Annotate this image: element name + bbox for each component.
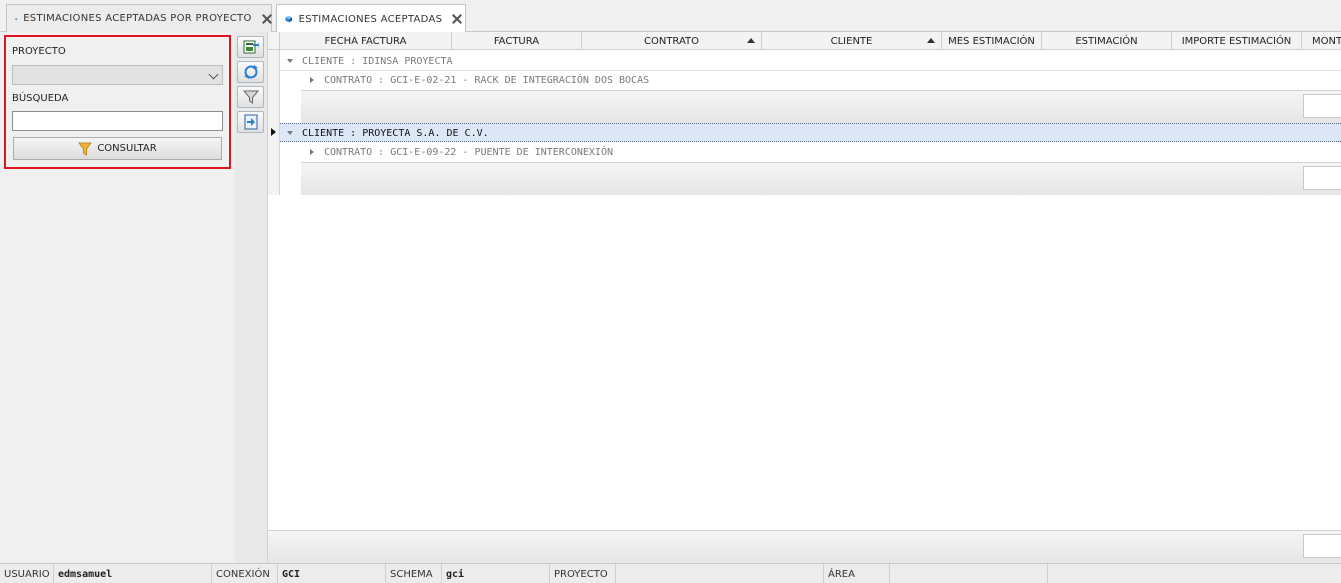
row-pointer-icon [271,128,276,136]
tab-estimaciones-aceptadas[interactable]: ESTIMACIONES ACEPTADAS [276,4,466,33]
column-label: ESTIMACIÓN [1075,35,1138,47]
consultar-button[interactable]: CONSULTAR [13,137,222,160]
grid-toolbar [234,32,268,563]
usuario-label: USUARIO [0,564,54,583]
summary-cell [1303,166,1341,190]
column-importe-estimacion[interactable]: IMPORTE ESTIMACIÓN [1172,32,1302,50]
consultar-label: CONSULTAR [97,143,157,154]
refresh-icon [243,65,258,79]
usuario-value: edmsamuel [54,564,212,583]
expand-icon[interactable] [310,77,314,83]
tab-bar: ESTIMACIONES ACEPTADAS POR PROYECTO ESTI… [0,0,1341,33]
conexion-value: GCI [278,564,386,583]
group-row-cliente[interactable]: CLIENTE : PROYECTA S.A. DE C.V. [287,124,489,142]
filter-panel: PROYECTO BÚSQUEDA CONSULTAR [0,32,234,563]
group-label: CONTRATO : GCI-E-02-21 - RACK DE INTEGRA… [324,74,650,86]
group-summary-row [301,162,1341,195]
column-monto[interactable]: MONTO [1302,32,1341,50]
status-bar: USUARIO edmsamuel CONEXIÓN GCI SCHEMA gc… [0,563,1341,583]
schema-value: gci [442,564,550,583]
proyecto-select[interactable] [12,65,223,85]
collapse-icon[interactable] [287,131,293,135]
group-label: CLIENTE : PROYECTA S.A. DE C.V. [302,127,489,139]
column-label: MES ESTIMACIÓN [948,35,1035,47]
summary-cell [1303,94,1341,118]
grid-header: FECHA FACTURA FACTURA CONTRATO CLIENTE M… [268,32,1341,50]
refresh-button[interactable] [237,61,264,83]
exit-button[interactable] [237,111,264,133]
column-factura[interactable]: FACTURA [452,32,582,50]
group-label: CONTRATO : GCI-E-09-22 - PUENTE DE INTER… [324,146,613,158]
cube-icon [15,17,18,20]
filter-button[interactable] [237,86,264,108]
group-summary-row [301,90,1341,123]
busqueda-label: BÚSQUEDA [12,93,69,104]
group-row-contrato[interactable]: CONTRATO : GCI-E-02-21 - RACK DE INTEGRA… [310,71,649,89]
filter-icon [242,90,259,104]
conexion-label: CONEXIÓN [212,564,278,583]
group-row-cliente[interactable]: CLIENTE : IDINSA PROYECTA [287,52,453,70]
column-label: CONTRATO [643,35,700,47]
column-estimacion[interactable]: ESTIMACIÓN [1042,32,1172,50]
export-button[interactable] [237,36,264,58]
data-grid: FECHA FACTURA FACTURA CONTRATO CLIENTE M… [268,32,1341,563]
expand-icon[interactable] [310,149,314,155]
filter-box: PROYECTO BÚSQUEDA CONSULTAR [4,35,231,169]
collapse-icon[interactable] [287,59,293,63]
cube-icon [285,15,293,23]
exit-icon [244,114,257,130]
tab-label: ESTIMACIONES ACEPTADAS POR PROYECTO [23,13,252,24]
tab-label: ESTIMACIONES ACEPTADAS [298,13,443,25]
column-label: MONTO [1312,35,1341,47]
proyecto-status-value [616,564,824,583]
proyecto-status-label: PROYECTO [550,564,616,583]
proyecto-label: PROYECTO [12,46,66,57]
close-icon[interactable] [262,14,263,24]
sort-ascending-icon [747,38,755,43]
area-value [890,564,1048,583]
column-label: CLIENTE [830,35,873,47]
schema-label: SCHEMA [386,564,442,583]
group-row-contrato[interactable]: CONTRATO : GCI-E-09-22 - PUENTE DE INTER… [310,143,613,161]
sort-ascending-icon [927,38,935,43]
group-label: CLIENTE : IDINSA PROYECTA [302,55,453,67]
funnel-icon [78,142,93,156]
total-cell [1303,534,1341,558]
row-indicator-column [268,50,280,195]
column-label: IMPORTE ESTIMACIÓN [1181,35,1292,47]
chevron-down-icon[interactable] [208,69,219,80]
close-icon[interactable] [452,14,457,24]
column-cliente[interactable]: CLIENTE [762,32,942,50]
header-corner [268,32,280,50]
column-mes-estimacion[interactable]: MES ESTIMACIÓN [942,32,1042,50]
export-excel-icon [243,40,259,54]
area-label: ÁREA [824,564,890,583]
grid-footer [268,530,1341,563]
column-fecha-factura[interactable]: FECHA FACTURA [280,32,452,50]
column-contrato[interactable]: CONTRATO [582,32,762,50]
column-label: FECHA FACTURA [324,35,407,47]
column-label: FACTURA [493,35,540,47]
tab-estimaciones-por-proyecto[interactable]: ESTIMACIONES ACEPTADAS POR PROYECTO [6,4,272,32]
busqueda-input[interactable] [12,111,223,131]
